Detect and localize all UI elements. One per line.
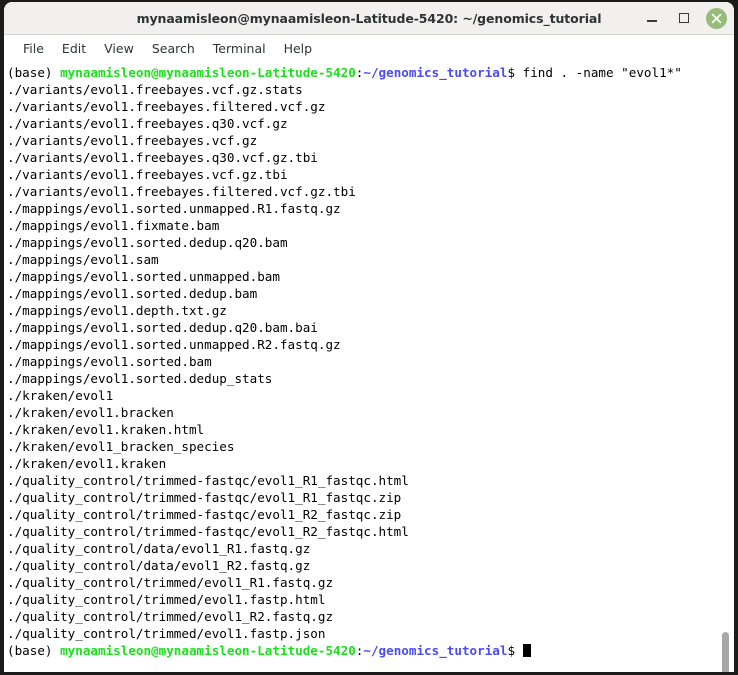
- menu-item-edit[interactable]: Edit: [53, 39, 95, 58]
- terminal-scrollbar[interactable]: [718, 62, 732, 672]
- terminal-output-line: ./mappings/evol1.sorted.dedup_stats: [7, 371, 273, 386]
- maximize-icon[interactable]: [674, 8, 694, 28]
- terminal-output-line: ./kraken/evol1.kraken: [7, 456, 167, 471]
- terminal-output-line: ./quality_control/trimmed-fastqc/evol1_R…: [7, 524, 409, 539]
- terminal-text[interactable]: (base) mynaamisleon@mynaamisleon-Latitud…: [7, 64, 734, 672]
- menu-item-view[interactable]: View: [95, 39, 143, 58]
- title-bar[interactable]: mynaamisleon@mynaamisleon-Latitude-5420:…: [4, 2, 734, 35]
- terminal-output-line: ./quality_control/trimmed-fastqc/evol1_R…: [7, 490, 402, 505]
- terminal-output-line: ./variants/evol1.freebayes.filtered.vcf.…: [7, 99, 326, 114]
- terminal-output-line: ./quality_control/trimmed/evol1.fastp.ht…: [7, 592, 326, 607]
- terminal-output-line: ./mappings/evol1.sorted.dedup.q20.bam: [7, 235, 288, 250]
- close-icon[interactable]: [706, 7, 727, 29]
- terminal-output-line: ./mappings/evol1.sorted.dedup.q20.bam.ba…: [7, 320, 318, 335]
- prompt-env: (base): [7, 65, 61, 80]
- terminal-output-line: ./quality_control/trimmed/evol1.fastp.js…: [7, 626, 326, 641]
- prompt-dollar: $: [507, 65, 516, 80]
- terminal-output-line: ./mappings/evol1.sorted.unmapped.R1.fast…: [7, 201, 341, 216]
- menu-item-help[interactable]: Help: [275, 39, 322, 58]
- terminal-output-line: ./quality_control/trimmed-fastqc/evol1_R…: [7, 473, 409, 488]
- window-title: mynaamisleon@mynaamisleon-Latitude-5420:…: [136, 10, 602, 26]
- prompt-user-host: mynaamisleon@mynaamisleon-Latitude-5420: [60, 643, 356, 658]
- window-controls: [642, 2, 727, 34]
- menu-bar: File Edit View Search Terminal Help: [4, 35, 734, 62]
- prompt-user-host: mynaamisleon@mynaamisleon-Latitude-5420: [60, 65, 356, 80]
- terminal-output-line: ./variants/evol1.freebayes.vcf.gz: [7, 133, 258, 148]
- terminal-output-line: ./quality_control/trimmed/evol1_R2.fastq…: [7, 609, 334, 624]
- terminal-prompt-line-bottom: (base) mynaamisleon@mynaamisleon-Latitud…: [7, 642, 734, 659]
- terminal-window: mynaamisleon@mynaamisleon-Latitude-5420:…: [3, 1, 735, 673]
- terminal-output-line: ./mappings/evol1.sorted.bam: [7, 354, 212, 369]
- terminal-output-line: ./variants/evol1.freebayes.filtered.vcf.…: [7, 184, 356, 199]
- terminal-output-line: ./mappings/evol1.sam: [7, 252, 159, 267]
- prompt-trailing-space: [515, 643, 523, 658]
- terminal-output-line: ./quality_control/data/evol1_R2.fastq.gz: [7, 558, 311, 573]
- terminal-output-line: ./variants/evol1.freebayes.q30.vcf.gz: [7, 116, 288, 131]
- terminal-cursor: [522, 644, 531, 657]
- terminal-prompt-line-top: (base) mynaamisleon@mynaamisleon-Latitud…: [7, 64, 734, 81]
- terminal-output-line: ./mappings/evol1.fixmate.bam: [7, 218, 220, 233]
- prompt-path: ~/genomics_tutorial: [363, 65, 508, 80]
- terminal-output-line: ./variants/evol1.freebayes.vcf.gz.stats: [7, 82, 303, 97]
- minimize-icon[interactable]: [642, 8, 662, 28]
- terminal-output-line: ./quality_control/trimmed/evol1_R1.fastq…: [7, 575, 334, 590]
- terminal-output-line: ./variants/evol1.freebayes.vcf.gz.tbi: [7, 167, 288, 182]
- terminal-output-line: ./mappings/evol1.sorted.unmapped.R2.fast…: [7, 337, 341, 352]
- terminal-output-line: ./quality_control/data/evol1_R1.fastq.gz: [7, 541, 311, 556]
- terminal-output-line: ./kraken/evol1.bracken: [7, 405, 174, 420]
- prompt-path: ~/genomics_tutorial: [363, 643, 508, 658]
- prompt-env: (base): [7, 643, 61, 658]
- terminal-output-line: ./kraken/evol1: [7, 388, 114, 403]
- terminal-output-line: ./kraken/evol1_bracken_species: [7, 439, 235, 454]
- terminal-output-line: ./mappings/evol1.depth.txt.gz: [7, 303, 227, 318]
- menu-item-search[interactable]: Search: [143, 39, 204, 58]
- menu-item-terminal[interactable]: Terminal: [204, 39, 275, 58]
- terminal-output-line: ./quality_control/trimmed-fastqc/evol1_R…: [7, 507, 402, 522]
- terminal-body[interactable]: (base) mynaamisleon@mynaamisleon-Latitud…: [4, 62, 734, 672]
- scrollbar-thumb[interactable]: [722, 632, 729, 672]
- terminal-output-line: ./mappings/evol1.sorted.unmapped.bam: [7, 269, 280, 284]
- terminal-output-line: ./mappings/evol1.sorted.dedup.bam: [7, 286, 258, 301]
- terminal-output-line: ./variants/evol1.freebayes.q30.vcf.gz.tb…: [7, 150, 318, 165]
- terminal-command: find . -name "evol1*": [515, 65, 682, 80]
- menu-item-file[interactable]: File: [14, 39, 53, 58]
- terminal-output-line: ./kraken/evol1.kraken.html: [7, 422, 205, 437]
- prompt-dollar: $: [507, 643, 516, 658]
